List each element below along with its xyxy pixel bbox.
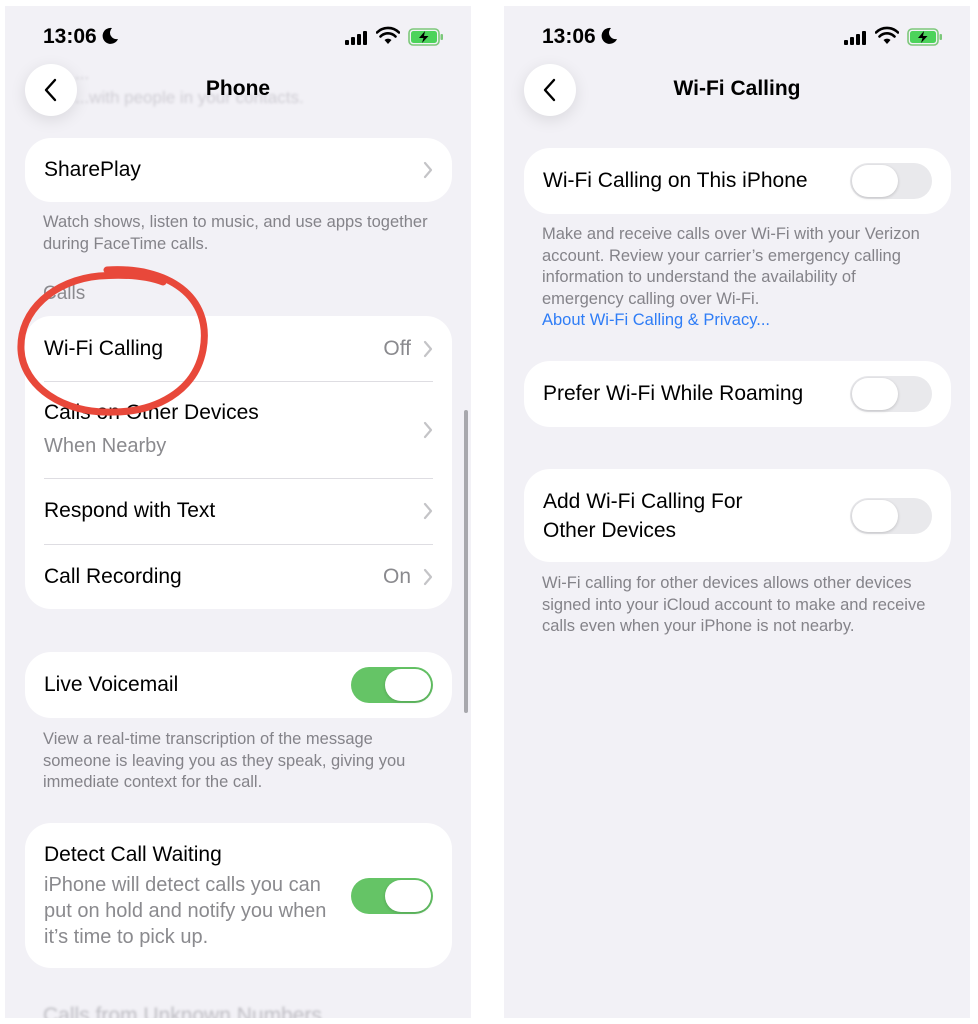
battery-charging-icon bbox=[408, 28, 444, 51]
live-voicemail-toggle[interactable] bbox=[351, 667, 433, 703]
page-title: Phone bbox=[205, 77, 271, 100]
status-bar: 13:06 bbox=[5, 6, 471, 68]
battery-charging-icon bbox=[907, 28, 943, 51]
calls-other-devices-row[interactable]: Calls on Other Devices When Nearby bbox=[25, 381, 452, 478]
other-devices-row: Add Wi-Fi Calling For Other Devices bbox=[524, 469, 951, 562]
call-recording-label: Call Recording bbox=[44, 564, 182, 588]
live-voicemail-row: Live Voicemail bbox=[25, 652, 452, 718]
wifi-calling-screen: 13:06 Wi-Fi Calling Wi-Fi Calling on Thi… bbox=[504, 6, 970, 1018]
status-time: 13:06 bbox=[542, 25, 596, 48]
page-title: Wi-Fi Calling bbox=[673, 77, 801, 100]
other-devices-label: Add Wi-Fi Calling For Other Devices bbox=[543, 489, 743, 542]
prefer-roaming-toggle[interactable] bbox=[850, 376, 932, 412]
wifi-calling-iphone-label: Wi-Fi Calling on This iPhone bbox=[543, 169, 808, 193]
status-bar: 13:06 bbox=[504, 6, 970, 68]
wifi-calling-row[interactable]: Wi-Fi Calling Off bbox=[25, 316, 452, 381]
detect-call-waiting-toggle[interactable] bbox=[351, 877, 433, 914]
status-time: 13:06 bbox=[43, 25, 97, 48]
shareplay-card: SharePlay bbox=[25, 138, 452, 202]
wifi-icon bbox=[375, 26, 401, 51]
calls-section-header: Calls bbox=[43, 283, 86, 304]
navigation-bar: Phone bbox=[5, 64, 471, 128]
chevron-right-icon bbox=[423, 340, 433, 357]
moon-icon bbox=[600, 27, 618, 50]
wifi-calling-value: Off bbox=[383, 336, 411, 360]
prefer-roaming-label: Prefer Wi-Fi While Roaming bbox=[543, 382, 804, 406]
signal-icon bbox=[844, 31, 868, 50]
detect-call-waiting-description: iPhone will detect calls you can put on … bbox=[44, 874, 327, 949]
chevron-right-icon bbox=[423, 161, 433, 179]
shareplay-row[interactable]: SharePlay bbox=[25, 138, 452, 202]
wifi-calling-iphone-card: Wi-Fi Calling on This iPhone bbox=[524, 148, 951, 214]
live-voicemail-label: Live Voicemail bbox=[44, 673, 179, 697]
moon-icon bbox=[101, 27, 119, 50]
about-wifi-calling-link[interactable]: About Wi-Fi Calling & Privacy... bbox=[542, 310, 934, 332]
detect-call-waiting-label: Detect Call Waiting bbox=[44, 842, 222, 866]
wifi-icon bbox=[874, 26, 900, 51]
detect-call-waiting-card: Detect Call Waiting iPhone will detect c… bbox=[25, 823, 452, 968]
calls-other-devices-sub: When Nearby bbox=[44, 435, 167, 458]
navigation-bar: Wi-Fi Calling bbox=[504, 64, 970, 128]
scrollbar[interactable] bbox=[464, 410, 468, 713]
shareplay-footer: Watch shows, listen to music, and use ap… bbox=[43, 213, 428, 253]
wifi-calling-iphone-toggle[interactable] bbox=[850, 163, 932, 199]
phone-settings-screen: ... ...with people in your contacts. 13:… bbox=[5, 6, 471, 1018]
prefer-roaming-card: Prefer Wi-Fi While Roaming bbox=[524, 361, 951, 427]
chevron-right-icon bbox=[423, 421, 433, 438]
wifi-calling-footer-text: Make and receive calls over Wi-Fi with y… bbox=[542, 225, 920, 308]
wifi-calling-label: Wi-Fi Calling bbox=[44, 336, 164, 360]
calls-card: Wi-Fi Calling Off Calls on Other Devices… bbox=[25, 316, 452, 609]
chevron-right-icon bbox=[423, 568, 433, 585]
shareplay-label: SharePlay bbox=[44, 158, 141, 182]
other-devices-card: Add Wi-Fi Calling For Other Devices bbox=[524, 469, 951, 562]
call-recording-row[interactable]: Call Recording On bbox=[25, 544, 452, 609]
live-voicemail-card: Live Voicemail bbox=[25, 652, 452, 718]
live-voicemail-footer: View a real-time transcription of the me… bbox=[43, 730, 406, 791]
wifi-calling-iphone-row: Wi-Fi Calling on This iPhone bbox=[524, 148, 951, 214]
respond-with-text-row[interactable]: Respond with Text bbox=[25, 478, 452, 544]
other-devices-footer: Wi-Fi calling for other devices allows o… bbox=[542, 574, 926, 635]
calls-other-devices-label: Calls on Other Devices bbox=[44, 401, 259, 425]
detect-call-waiting-row: Detect Call Waiting iPhone will detect c… bbox=[25, 823, 452, 968]
call-recording-value: On bbox=[382, 564, 411, 588]
respond-with-text-label: Respond with Text bbox=[44, 499, 216, 523]
wifi-calling-footer: Make and receive calls over Wi-Fi with y… bbox=[542, 224, 934, 332]
other-devices-toggle[interactable] bbox=[850, 497, 932, 534]
ghost-section-text: Calls from Unknown Numbers bbox=[43, 1004, 322, 1018]
prefer-roaming-row: Prefer Wi-Fi While Roaming bbox=[524, 361, 951, 427]
signal-icon bbox=[345, 31, 369, 50]
chevron-right-icon bbox=[423, 502, 433, 520]
